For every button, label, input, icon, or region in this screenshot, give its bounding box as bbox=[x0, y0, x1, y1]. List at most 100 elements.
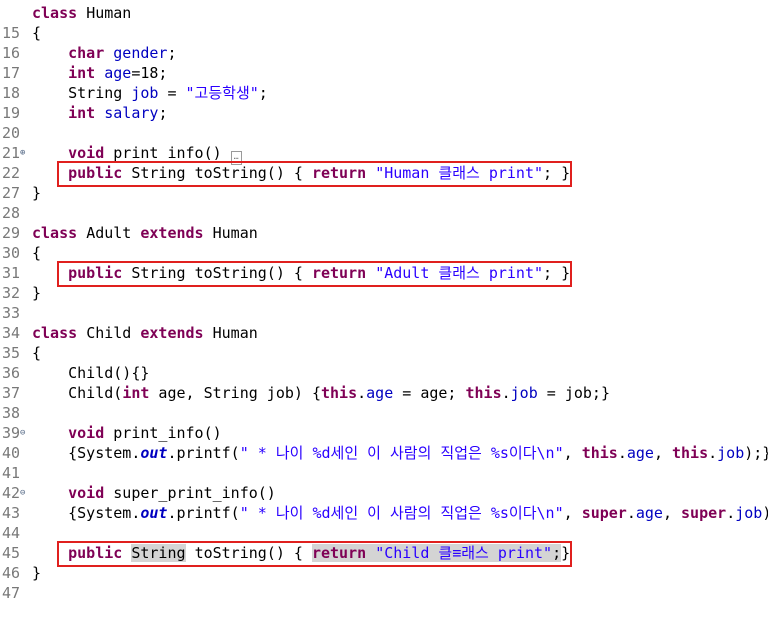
code-text: int age=18; bbox=[32, 63, 167, 83]
string-literal: "고등학생" bbox=[185, 84, 259, 102]
code-line[interactable]: 38 Child(int age, String job) {this.age … bbox=[0, 383, 768, 422]
class-name: Human bbox=[86, 4, 132, 22]
punct: ; bbox=[167, 44, 177, 62]
type-string: String bbox=[68, 84, 123, 102]
class-name: Human bbox=[212, 224, 258, 242]
keyword-int: int bbox=[68, 64, 96, 82]
class-name: Human bbox=[212, 324, 258, 342]
expand-fold-icon[interactable]: ⊕ bbox=[20, 143, 29, 163]
highlight-box-child-tostring bbox=[57, 541, 572, 567]
method-signature: super_print_info() bbox=[113, 484, 276, 502]
method-signature: print_info() bbox=[113, 424, 222, 442]
field-gender: gender bbox=[113, 44, 168, 62]
code-line[interactable]: 45 bbox=[0, 523, 768, 562]
code-text: {System.out.printf(" * 나이 %d세인 이 사람의 직업은… bbox=[32, 443, 768, 463]
punct: );} bbox=[744, 444, 768, 462]
printf: .printf( bbox=[167, 444, 240, 462]
code-line[interactable]: 18 int age=18; bbox=[0, 63, 768, 102]
punct: . bbox=[626, 504, 636, 522]
code-line[interactable]: 35 class Child extends Human bbox=[0, 323, 768, 362]
keyword-void: void bbox=[68, 424, 105, 442]
punct: . bbox=[357, 384, 367, 402]
keyword-void: void bbox=[68, 144, 105, 162]
keyword-this: this bbox=[672, 444, 709, 462]
code-text: { bbox=[32, 344, 42, 362]
code-line[interactable]: 17 char gender; bbox=[0, 43, 768, 82]
punct: , bbox=[662, 504, 682, 522]
code-line[interactable]: 20 int salary; bbox=[0, 103, 768, 142]
keyword-int: int bbox=[122, 384, 150, 402]
method-signature: print_info() bbox=[113, 144, 222, 162]
code-line[interactable]: 19 String job = "고등학생"; bbox=[0, 83, 768, 122]
code-line[interactable]: 44 {System.out.printf(" * 나이 %d세인 이 사람의 … bbox=[0, 503, 768, 542]
keyword-class: class bbox=[32, 224, 78, 242]
field-age: age bbox=[626, 444, 654, 462]
static-field-out: out bbox=[140, 504, 168, 522]
code-line[interactable]: 39 bbox=[0, 403, 768, 442]
string-literal: " * 나이 %d세인 이 사람의 직업은 %s이다\n" bbox=[239, 504, 564, 522]
code-text: { bbox=[32, 244, 42, 262]
string-literal: " * 나이 %d세인 이 사람의 직업은 %s이다\n" bbox=[239, 444, 564, 462]
code-line[interactable]: 34 bbox=[0, 303, 768, 342]
field-job: job bbox=[717, 444, 745, 462]
code-line[interactable]: 16 { bbox=[0, 23, 768, 62]
code-line[interactable]: 31 { bbox=[0, 243, 768, 282]
param: age, bbox=[149, 384, 204, 402]
code-text: class Human bbox=[32, 3, 131, 23]
collapse-fold-icon[interactable]: ⊖ bbox=[20, 483, 29, 503]
code-line[interactable]: 30 class Adult extends Human bbox=[0, 223, 768, 262]
constructor: Child(){} bbox=[68, 364, 150, 382]
code-line[interactable]: 37 Child(){} bbox=[0, 363, 768, 402]
keyword-super: super bbox=[581, 504, 627, 522]
code-line[interactable]: 42 bbox=[0, 463, 768, 502]
operator: = bbox=[158, 84, 186, 102]
collapse-fold-icon[interactable]: ⊖ bbox=[20, 423, 29, 443]
code-text: Child(int age, String job) {this.age = a… bbox=[32, 383, 610, 403]
punct: . bbox=[726, 504, 736, 522]
keyword-extends: extends bbox=[140, 224, 204, 242]
code-text: Child(){} bbox=[32, 363, 149, 383]
code-text: String job = "고등학생"; bbox=[32, 83, 268, 103]
punct: );} bbox=[762, 504, 768, 522]
code-editor[interactable]: 15 class Human 16 { 17 char gender; 18 i… bbox=[0, 0, 768, 602]
keyword-char: char bbox=[68, 44, 105, 62]
code-text: void super_print_info() bbox=[32, 483, 276, 503]
code-line[interactable]: 21 bbox=[0, 123, 768, 162]
code-line[interactable]: 43 ⊖ void super_print_info() bbox=[0, 483, 768, 522]
keyword-void: void bbox=[68, 484, 105, 502]
printf: .printf( bbox=[167, 504, 240, 522]
punct: . bbox=[708, 444, 718, 462]
keyword-class: class bbox=[32, 324, 78, 342]
highlight-box-human-tostring bbox=[57, 161, 572, 187]
code-text: class Child extends Human bbox=[32, 323, 258, 343]
field-age: age bbox=[104, 64, 132, 82]
static-field-out: out bbox=[140, 444, 168, 462]
keyword-this: this bbox=[465, 384, 502, 402]
code-text: } bbox=[32, 284, 42, 302]
keyword-int: int bbox=[68, 104, 96, 122]
code-text: {System.out.printf(" * 나이 %d세인 이 사람의 직업은… bbox=[32, 503, 768, 523]
keyword-super: super bbox=[681, 504, 727, 522]
assign: = job;} bbox=[537, 384, 610, 402]
sysout: {System. bbox=[68, 504, 141, 522]
punct: , bbox=[563, 444, 582, 462]
code-line[interactable]: 40 ⊖ void print_info() bbox=[0, 423, 768, 462]
param: job) { bbox=[257, 384, 321, 402]
code-text: { bbox=[32, 24, 42, 42]
age-initializer: =18; bbox=[131, 64, 168, 82]
punct: , bbox=[563, 504, 582, 522]
punct: . bbox=[501, 384, 511, 402]
field-job: job bbox=[735, 504, 763, 522]
code-text: int salary; bbox=[32, 103, 167, 123]
code-line[interactable]: 36 { bbox=[0, 343, 768, 382]
code-text: void print_info() bbox=[32, 423, 222, 443]
field-age: age bbox=[366, 384, 394, 402]
field-job: job bbox=[510, 384, 538, 402]
code-line[interactable]: 22 ⊕ void print_info() … bbox=[0, 143, 768, 182]
code-line[interactable]: 15 class Human bbox=[0, 3, 768, 42]
code-line[interactable]: 41 {System.out.printf(" * 나이 %d세인 이 사람의 … bbox=[0, 443, 768, 482]
code-line[interactable]: 29 bbox=[0, 203, 768, 242]
keyword-extends: extends bbox=[140, 324, 204, 342]
constructor: Child( bbox=[68, 384, 123, 402]
keyword-class: class bbox=[32, 4, 78, 22]
